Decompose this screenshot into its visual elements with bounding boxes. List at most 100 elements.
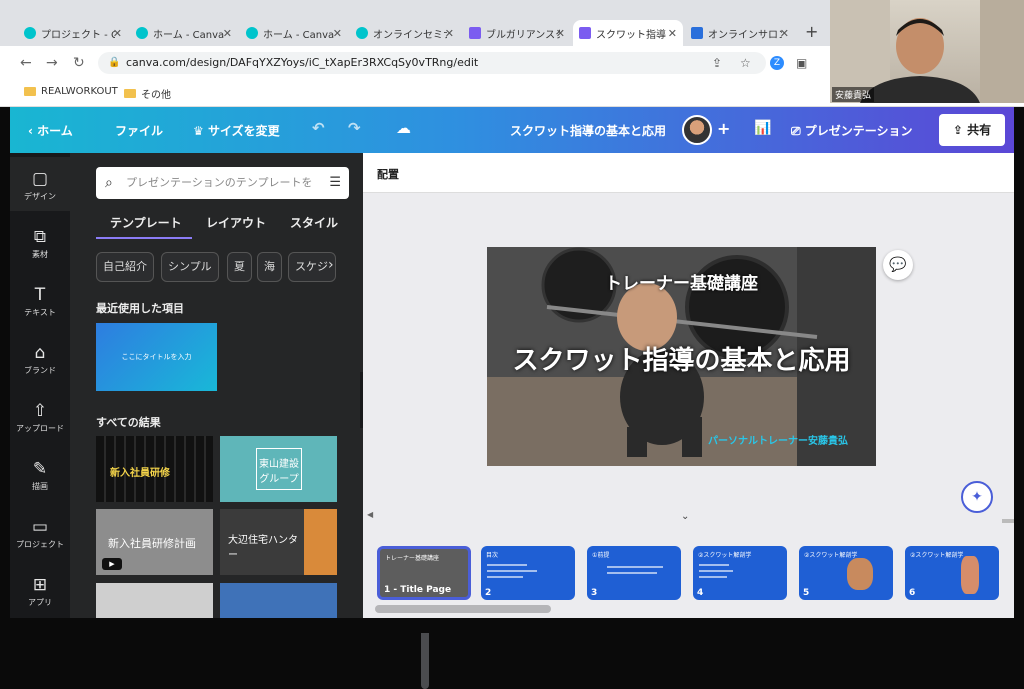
tab-templates[interactable]: テンプレート (110, 214, 182, 231)
rail-item[interactable]: ⊞ アプリ (10, 563, 70, 617)
add-comment-icon[interactable]: 💬 (883, 250, 913, 280)
chevron-right-icon[interactable]: › (328, 257, 334, 273)
file-menu-button[interactable]: ファイル (115, 122, 163, 139)
slide-subtitle[interactable]: トレーナー基礎講座 (487, 269, 876, 294)
close-tab-icon[interactable]: ✕ (668, 27, 677, 40)
category-chip[interactable]: 夏 (227, 252, 252, 282)
editor-header: ‹ ホーム ファイル ♛ サイズを変更 ↶ ↷ ☁ スクワット指導の基本と応用 … (10, 107, 1014, 153)
canva-favicon-icon (136, 27, 148, 39)
draw-icon: ✎ (32, 459, 48, 479)
chevron-down-icon[interactable]: ⌄ (681, 511, 689, 522)
search-icon: ⌕ (105, 175, 113, 191)
browser-tab[interactable]: ブルガリアンスク ✕ (463, 20, 571, 46)
page-thumbnail[interactable]: ②スクワット解剖学 5 (799, 546, 893, 600)
reload-icon[interactable]: ↻ (73, 55, 85, 71)
browser-tab[interactable]: ホーム - Canva ✕ (240, 20, 348, 46)
forward-icon[interactable]: → (46, 55, 58, 71)
share-button[interactable]: ⇪ 共有 (939, 114, 1005, 146)
slide-title[interactable]: スクワット指導の基本と応用 (487, 340, 876, 377)
bookmark-star-icon[interactable]: ☆ (740, 56, 751, 70)
presentation-favicon-icon (579, 27, 591, 39)
page-thumbnail[interactable]: ②スクワット解剖学 6 (905, 546, 999, 600)
insights-icon[interactable]: 📊 (754, 120, 771, 136)
rail-item[interactable]: ⧉ 素材 (10, 215, 70, 269)
rail-item-label: ブランド (24, 366, 56, 375)
close-tab-icon[interactable]: ✕ (113, 27, 122, 40)
recent-template[interactable]: ここにタイトルを入力 (96, 323, 217, 391)
rail-item[interactable]: ✎ 描画 (10, 447, 70, 501)
all-results-heading: すべての結果 (96, 416, 161, 429)
template-panel: ⌕ プレゼンテーションのテンプレートを ☰ テンプレート レイアウト スタイル … (70, 153, 429, 689)
rail-item-label: テキスト (24, 308, 56, 317)
close-tab-icon[interactable]: ✕ (223, 27, 232, 40)
template-thumbnail[interactable]: 東山建設グループ (220, 436, 337, 502)
category-chip[interactable]: 自己紹介 (96, 252, 154, 282)
browser-tab-active[interactable]: スクワット指導 ✕ (573, 20, 683, 46)
filter-icon[interactable]: ☰ (325, 167, 341, 199)
page-thumbnail[interactable]: 目次 2 (481, 546, 575, 600)
text-icon: T (34, 285, 46, 305)
side-rail: ▢ デザイン ⧉ 素材 T テキスト ⌂ ブランド ⇧ アップロード ✎ 描画 ▭ プロジェクト ⊞ アプリ (10, 153, 70, 618)
bookmark-folder[interactable]: REALWORKOUT (24, 86, 118, 97)
arrange-button[interactable]: 配置 (377, 166, 399, 182)
video-play-icon: ▶ (102, 558, 122, 570)
magic-assistant-icon[interactable]: ✦ (961, 481, 993, 513)
rail-item-label: アプリ (28, 598, 52, 607)
tab-styles[interactable]: スタイル (290, 214, 338, 231)
active-tab-indicator (96, 237, 192, 239)
category-chip[interactable]: シンプル (161, 252, 219, 282)
close-tab-icon[interactable]: ✕ (780, 27, 789, 40)
rail-item[interactable]: ⌂ ブランド (10, 331, 70, 385)
resize-button[interactable]: ♛ サイズを変更 (193, 122, 280, 139)
url-field[interactable]: 🔒 canva.com/design/DAFqYXZYoys/iC_tXapEr3… (98, 52, 766, 74)
scroll-left-icon[interactable]: ◀ (367, 510, 373, 519)
browser-tab[interactable]: オンラインサロン ✕ (685, 20, 795, 46)
close-tab-icon[interactable]: ✕ (333, 27, 342, 40)
category-chip[interactable]: 海 (257, 252, 282, 282)
page-thumbnail[interactable]: ②スクワット解剖学 4 (693, 546, 787, 600)
redo-icon[interactable]: ↷ (348, 119, 361, 137)
zoom-extension-icon[interactable]: Z (770, 56, 784, 70)
tab-layouts[interactable]: レイアウト (206, 214, 266, 231)
slide-author[interactable]: パーソナルトレーナー安藤貴弘 (708, 432, 848, 447)
avatar[interactable] (682, 115, 712, 145)
extension-icon[interactable]: ▣ (796, 56, 807, 70)
present-button[interactable]: ⎚ プレゼンテーション (791, 122, 913, 139)
bookmark-folder[interactable]: その他 (124, 86, 171, 101)
apps-icon: ⊞ (32, 575, 48, 595)
back-icon[interactable]: ← (20, 55, 32, 71)
template-search-input[interactable]: ⌕ プレゼンテーションのテンプレートを ☰ (96, 167, 349, 199)
canva-favicon-icon (356, 27, 368, 39)
filmstrip-scrollbar[interactable] (375, 605, 551, 613)
page-thumbnail[interactable]: ①前提 3 (587, 546, 681, 600)
brand-icon: ⌂ (34, 343, 46, 363)
close-tab-icon[interactable]: ✕ (445, 27, 454, 40)
new-tab-icon[interactable]: + (805, 22, 818, 41)
folder-icon: ▭ (31, 517, 49, 537)
undo-icon[interactable]: ↶ (312, 119, 325, 137)
template-thumbnail[interactable]: 新入社員研修計画 ▶ (96, 509, 213, 575)
cloud-save-icon[interactable]: ☁ (396, 119, 411, 137)
slide-canvas[interactable]: トレーナー基礎講座 スクワット指導の基本と応用 パーソナルトレーナー安藤貴弘 (487, 247, 876, 466)
share-page-icon[interactable]: ⇪ (712, 56, 722, 70)
browser-tab[interactable]: オンラインセミナ ✕ (350, 20, 460, 46)
rail-item[interactable]: ⇧ アップロード (10, 389, 70, 443)
browser-tab[interactable]: ホーム - Canva ✕ (130, 20, 238, 46)
template-thumbnail[interactable]: 大辺住宅ハンター (220, 509, 337, 575)
participant-name: 安藤貴弘 (832, 87, 875, 102)
page-thumbnail[interactable]: トレーナー基礎講座 1 - Title Page (377, 546, 471, 600)
rail-item-label: プロジェクト (16, 540, 64, 549)
home-button[interactable]: ‹ ホーム (28, 122, 73, 139)
close-tab-icon[interactable]: ✕ (556, 27, 565, 40)
design-title[interactable]: スクワット指導の基本と応用 (510, 122, 666, 139)
rail-item[interactable]: ▢ デザイン (10, 157, 70, 211)
template-thumbnail[interactable] (220, 583, 337, 618)
template-thumbnail[interactable]: 新入社員研修 (96, 436, 213, 502)
rail-item-label: 描画 (32, 482, 48, 491)
template-thumbnail[interactable] (96, 583, 213, 618)
rail-item[interactable]: ▭ プロジェクト (10, 505, 70, 559)
rail-item[interactable]: T テキスト (10, 273, 70, 327)
add-collaborator-icon[interactable]: + (717, 119, 730, 138)
context-toolbar: 配置 (363, 153, 1014, 193)
browser-tab[interactable]: プロジェクト - C ✕ (18, 20, 128, 46)
